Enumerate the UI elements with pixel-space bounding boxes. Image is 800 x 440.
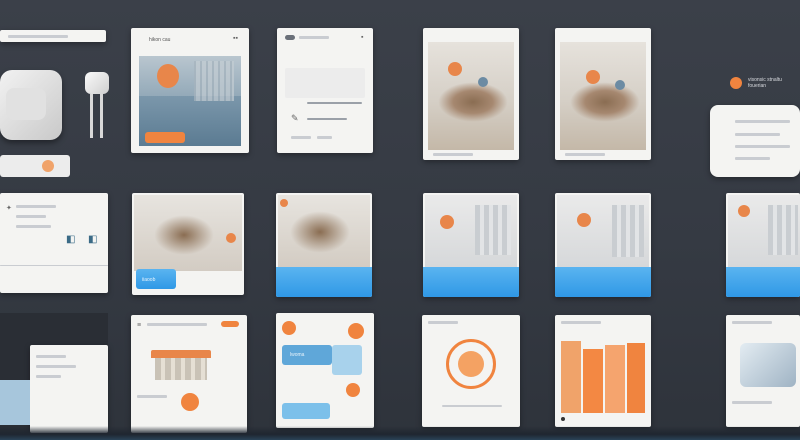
text-line: [36, 355, 66, 358]
header-line: [732, 321, 772, 324]
pagination-dot[interactable]: [561, 417, 565, 421]
partial-card-top-left: [0, 30, 106, 42]
device-illustration: [0, 60, 75, 177]
slider-track[interactable]: [307, 102, 362, 104]
tool-icon: ✦: [6, 205, 12, 212]
plug-illustration: [85, 72, 109, 142]
chart-bar: [627, 343, 645, 413]
brand-text: visonsic stnaltu fouerian: [748, 77, 782, 89]
brand-logo-icon: [730, 77, 742, 89]
button-label: iiaoob: [142, 277, 156, 283]
caption-line: [565, 153, 605, 156]
city-blue-card-3[interactable]: [726, 193, 800, 297]
panel-line: [735, 157, 770, 160]
gauge-card[interactable]: [422, 315, 520, 427]
window-controls-icon: ▪▪: [233, 35, 238, 42]
primary-button[interactable]: [145, 132, 185, 143]
tree-blue-card[interactable]: iiaoob: [132, 193, 244, 295]
blue-footer: [726, 267, 800, 297]
device-3d-illustration: [740, 343, 796, 387]
device-3d-card[interactable]: [726, 315, 800, 427]
settings-form-card[interactable]: ▪ ✎: [277, 28, 373, 153]
text-line: [16, 215, 46, 218]
panel-line: [735, 120, 790, 123]
orange-indicator: [348, 323, 364, 339]
tree-photo-card-2[interactable]: [555, 28, 651, 160]
divider: [0, 265, 108, 266]
tree-photo: [428, 42, 514, 150]
strip-line: [8, 35, 68, 38]
floor-reflection: [0, 426, 800, 440]
orange-indicator: [346, 383, 360, 397]
chart-bar: [561, 341, 581, 413]
text-line: [442, 405, 502, 407]
blue-side-block: [0, 380, 30, 425]
text-line: [137, 395, 167, 398]
dashboard-card[interactable]: ✦ ◧ ◧: [0, 193, 108, 293]
blue-footer: [423, 267, 519, 297]
text-line: [732, 401, 772, 404]
panel-line: [735, 133, 780, 136]
side-panel-card[interactable]: [710, 105, 800, 177]
menu-icon[interactable]: ≡: [137, 322, 141, 329]
city-blue-card-2[interactable]: [555, 193, 651, 297]
buttons-card[interactable]: lwoma: [276, 313, 374, 428]
house-illustration: [151, 350, 211, 380]
bar-chart-card[interactable]: [555, 315, 651, 427]
chart-bar: [583, 349, 603, 413]
house-card[interactable]: ≡: [131, 315, 247, 433]
header-line: [299, 36, 329, 39]
header-tag[interactable]: [221, 321, 239, 327]
blue-footer: [555, 267, 651, 297]
tree-photo: [278, 195, 370, 267]
city-blue-card[interactable]: [423, 193, 519, 297]
text-line: [36, 365, 76, 368]
city-photo: [728, 195, 800, 267]
header-toggle[interactable]: [285, 35, 295, 40]
text-line: [16, 225, 51, 228]
text-line: [317, 136, 332, 139]
blue-footer: [276, 267, 372, 297]
orange-indicator: [282, 321, 296, 335]
tree-blue-card-2[interactable]: [276, 193, 372, 297]
blue-button-secondary[interactable]: [332, 345, 362, 375]
close-icon[interactable]: ▪: [361, 34, 363, 41]
panel-line: [735, 145, 790, 148]
progress-line: [307, 118, 347, 120]
pencil-icon[interactable]: ✎: [291, 114, 299, 123]
device-icon: ◧: [66, 234, 76, 245]
text-line: [291, 136, 311, 139]
tree-photo: [560, 42, 646, 150]
device-icon: ◧: [88, 234, 98, 245]
button-label: lwoma: [290, 352, 305, 358]
tree-photo: [134, 195, 242, 271]
header-line: [561, 321, 601, 324]
card-title: hikon cau: [149, 37, 171, 43]
caption-line: [433, 153, 473, 156]
gauge-core: [458, 351, 484, 377]
header-line: [428, 321, 458, 324]
info-card[interactable]: [30, 345, 108, 433]
balloon-photo-card[interactable]: hikon cau ▪▪: [131, 28, 249, 153]
blue-button-tertiary[interactable]: [282, 403, 330, 419]
city-photo: [425, 195, 517, 267]
tree-photo-card[interactable]: [423, 28, 519, 160]
chart-bar: [605, 345, 625, 413]
text-line: [16, 205, 56, 208]
record-button[interactable]: [181, 393, 199, 411]
text-line: [36, 375, 61, 378]
header-line: [147, 323, 207, 326]
city-photo: [557, 195, 649, 267]
